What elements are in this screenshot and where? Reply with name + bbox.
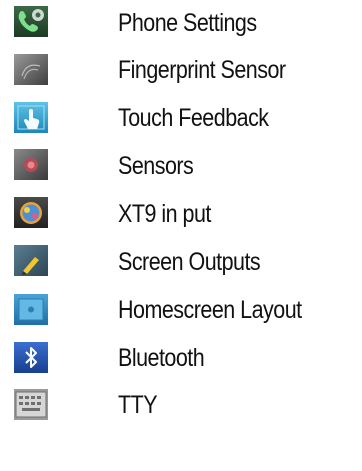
fingerprint-icon	[14, 54, 48, 85]
menu-item-screen-outputs[interactable]: Screen Outputs	[0, 241, 362, 283]
menu-item-sensors[interactable]: Sensors	[0, 145, 362, 187]
menu-item-fingerprint-sensor[interactable]: Fingerprint Sensor	[0, 49, 362, 91]
menu-item-label: Screen Outputs	[118, 248, 261, 276]
menu-item-label: Sensors	[118, 152, 194, 180]
menu-item-label: Homescreen Layout	[118, 296, 302, 324]
menu-item-phone-settings[interactable]: Phone Settings	[0, 2, 362, 44]
menu-item-label: Phone Settings	[118, 9, 257, 37]
phone-settings-icon	[14, 6, 48, 37]
screen-outputs-icon	[14, 245, 48, 276]
menu-item-label: Bluetooth	[118, 344, 205, 372]
tty-icon	[14, 389, 48, 420]
bluetooth-icon	[14, 342, 48, 373]
menu-item-label: Touch Feedback	[118, 104, 269, 132]
settings-menu: Phone Settings Fingerprint Sensor Touch …	[0, 0, 362, 471]
menu-item-xt9-input[interactable]: XT9 in put	[0, 193, 362, 235]
homescreen-layout-icon	[14, 294, 48, 325]
menu-item-label: Fingerprint Sensor	[118, 56, 286, 84]
menu-item-bluetooth[interactable]: Bluetooth	[0, 337, 362, 379]
menu-item-touch-feedback[interactable]: Touch Feedback	[0, 97, 362, 139]
menu-item-label: TTY	[118, 391, 158, 419]
sensors-icon	[14, 149, 48, 180]
menu-item-tty[interactable]: TTY	[0, 384, 362, 426]
touch-feedback-icon	[14, 102, 48, 133]
menu-item-homescreen-layout[interactable]: Homescreen Layout	[0, 289, 362, 331]
xt9-input-icon	[14, 197, 48, 228]
menu-item-label: XT9 in put	[118, 200, 211, 228]
